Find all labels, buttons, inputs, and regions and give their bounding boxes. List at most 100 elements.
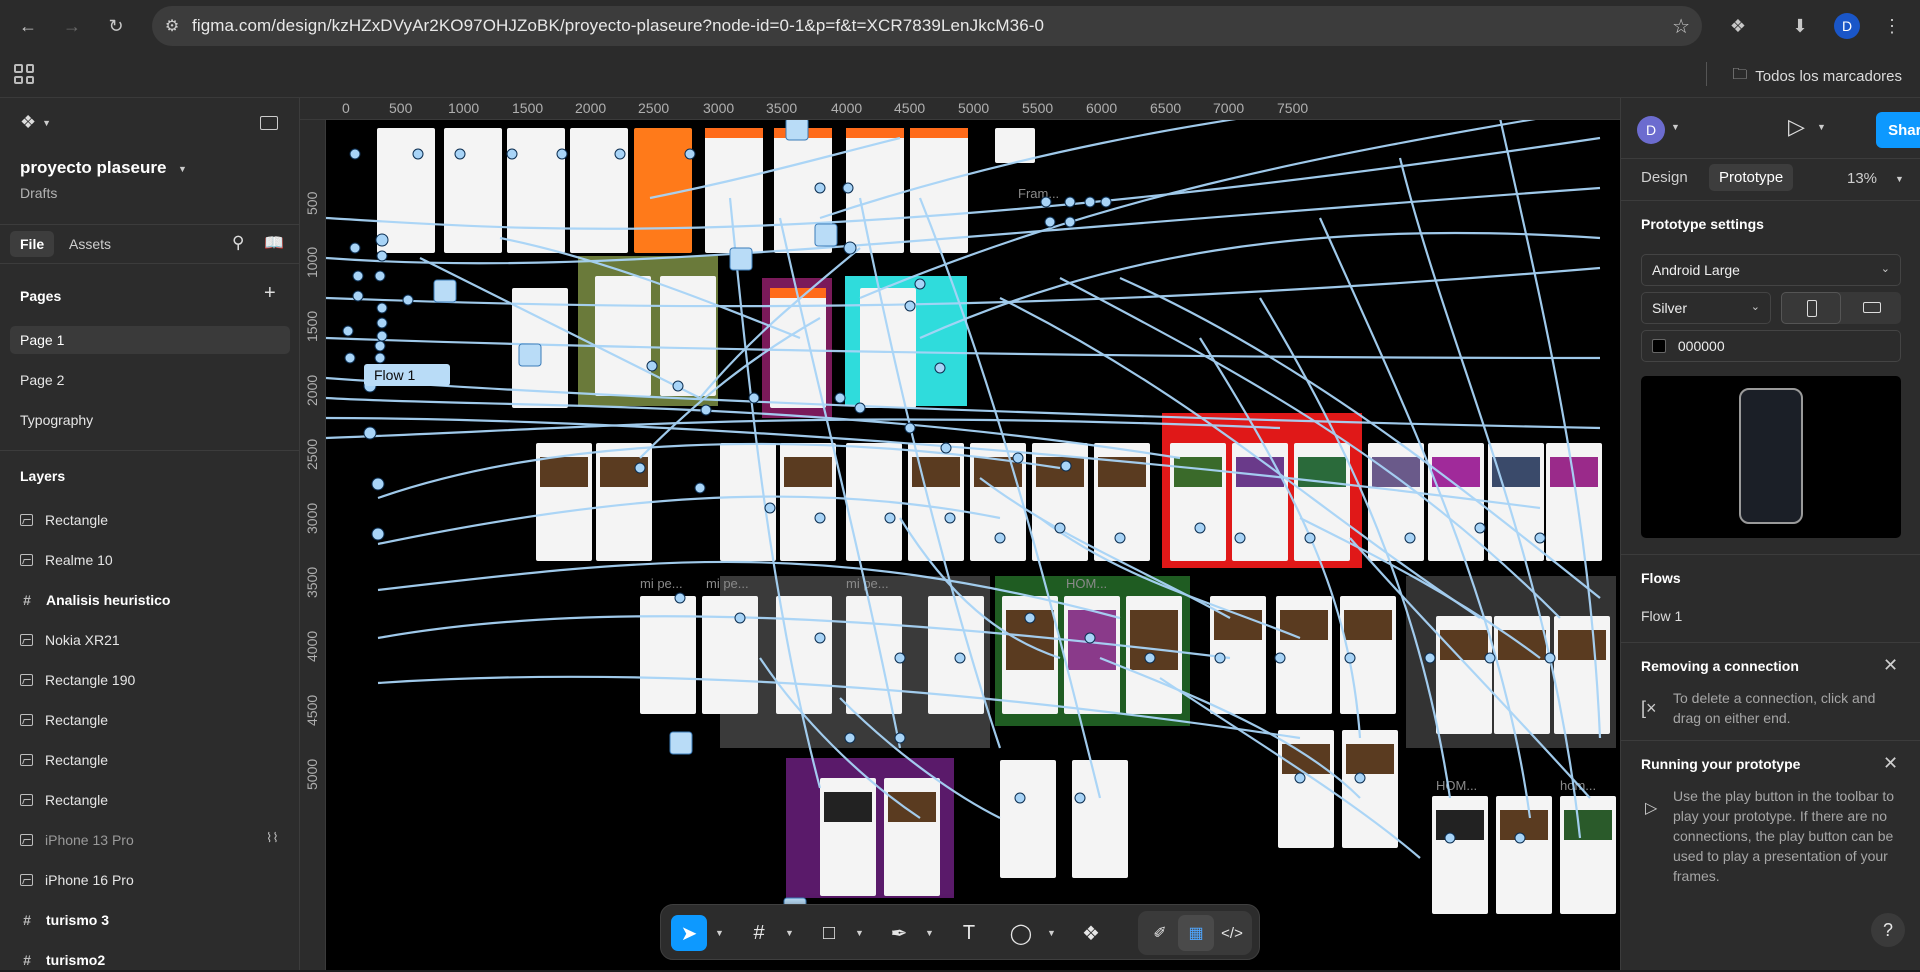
chevron-down-icon[interactable]: ▼ — [855, 928, 864, 938]
frame-icon: # — [23, 952, 31, 968]
browser-profile-avatar[interactable]: D — [1834, 13, 1860, 39]
tab-file[interactable]: File — [10, 231, 55, 257]
flow-item[interactable]: Flow 1 — [1641, 608, 1682, 624]
address-bar[interactable]: ⚙ figma.com/design/kzHZxDVyAr2KO97OHJZoB… — [152, 6, 1702, 46]
layer-item[interactable]: Nokia XR21 — [20, 628, 120, 652]
ruler-tick-label: 1000 — [304, 246, 320, 278]
image-icon — [20, 674, 33, 686]
frame-icon: # — [23, 912, 31, 928]
design-canvas[interactable]: Fram... mi pe... mi pe... mi pe... HOM..… — [300, 98, 1620, 970]
search-icon[interactable]: ⚲ — [232, 233, 244, 253]
chevron-down-icon[interactable]: ▼ — [785, 928, 794, 938]
layer-label: Rectangle — [45, 792, 109, 808]
dev-mode-icon[interactable]: </> — [1214, 915, 1250, 951]
browser-menu-icon[interactable]: ⋮ — [1876, 10, 1908, 42]
layer-label: Realme 10 — [45, 552, 113, 568]
bookmark-star-icon[interactable]: ☆ — [1672, 14, 1690, 39]
ruler-tick-label: 5500 — [1022, 100, 1054, 116]
chevron-down-icon[interactable]: ▼ — [1817, 122, 1826, 132]
present-play-icon[interactable]: ▷ — [1788, 114, 1805, 140]
color-swatch[interactable] — [1652, 339, 1666, 353]
user-avatar[interactable]: D — [1637, 116, 1665, 144]
layer-item[interactable]: # Analisis heuristico — [20, 588, 170, 612]
hidden-eye-icon[interactable]: ⌇⌇ — [266, 830, 279, 846]
chevron-down-icon[interactable]: ▼ — [1047, 928, 1056, 938]
layer-item[interactable]: Rectangle — [20, 508, 108, 532]
background-color-value[interactable]: 000000 — [1678, 338, 1725, 354]
close-icon[interactable]: ✕ — [1883, 753, 1898, 774]
actions-tool-icon[interactable]: ❖ — [1073, 915, 1109, 951]
url-text[interactable]: figma.com/design/kzHZxDVyAr2KO97OHJZoBK/… — [192, 16, 1044, 36]
zoom-level[interactable]: 13% — [1847, 170, 1877, 187]
ruler-vertical: 500 1000 1500 2000 2500 3000 3500 4000 4… — [300, 120, 326, 970]
reload-icon[interactable]: ↻ — [100, 10, 132, 42]
landscape-icon[interactable] — [1863, 302, 1881, 313]
layer-item[interactable]: iPhone 16 Pro — [20, 868, 134, 892]
add-page-icon[interactable]: + — [264, 282, 276, 305]
layer-item[interactable]: # turismo 3 — [20, 908, 109, 932]
image-icon — [20, 794, 33, 806]
layer-item[interactable]: iPhone 13 Pro — [20, 828, 134, 852]
flows-title: Flows — [1641, 570, 1681, 586]
figma-logo-icon[interactable]: ❖ — [20, 112, 36, 133]
text-tool-icon[interactable]: T — [951, 915, 987, 951]
back-icon[interactable]: ← — [12, 10, 44, 42]
page-item-page-1[interactable]: Page 1 — [10, 326, 290, 354]
prototype-connections[interactable] — [300, 98, 1620, 970]
model-color-select[interactable]: Silver ⌄ — [1641, 292, 1771, 324]
ruler-tick-label: 6000 — [1086, 100, 1118, 116]
site-settings-icon[interactable]: ⚙ — [152, 6, 192, 46]
tab-prototype[interactable]: Prototype — [1709, 164, 1794, 191]
move-tool-icon[interactable]: ➤ — [671, 915, 707, 951]
tab-design[interactable]: Design — [1641, 164, 1688, 191]
ruler-tick-label: 5000 — [304, 758, 320, 790]
layer-item[interactable]: Realme 10 — [20, 548, 113, 572]
tab-assets[interactable]: Assets — [69, 236, 111, 252]
flow-start-label[interactable]: Flow 1 — [364, 364, 450, 386]
bookmarks-folder[interactable]: 🗀 Todos los marcadores — [1732, 64, 1902, 89]
chevron-down-icon[interactable]: ▼ — [1895, 174, 1904, 184]
close-icon[interactable]: ✕ — [1883, 655, 1898, 676]
chevron-down-icon[interactable]: ▼ — [925, 928, 934, 938]
library-icon[interactable]: 📖 — [264, 233, 284, 253]
chevron-down-icon: ⌄ — [1880, 263, 1890, 275]
design-mode-icon[interactable]: ▦ — [1178, 915, 1214, 951]
forward-icon[interactable]: → — [56, 10, 88, 42]
share-button[interactable]: Share — [1876, 112, 1920, 148]
apps-grid-icon[interactable] — [14, 64, 34, 84]
ruler-tick-label: 3000 — [304, 502, 320, 534]
help-button[interactable]: ? — [1871, 913, 1905, 947]
page-item-page-2[interactable]: Page 2 — [10, 366, 290, 394]
rectangle-tool-icon[interactable]: □ — [811, 915, 847, 951]
figma-main-menu[interactable]: ❖ ▼ — [20, 112, 51, 133]
download-icon[interactable]: ⬇ — [1784, 10, 1816, 42]
ruler-tick-label: 7000 — [1213, 100, 1245, 116]
layer-item[interactable]: Rectangle 190 — [20, 668, 135, 692]
project-location[interactable]: Drafts — [20, 185, 57, 201]
image-icon — [20, 514, 33, 526]
layer-item[interactable]: Rectangle — [20, 748, 108, 772]
frame-tool-icon[interactable]: # — [741, 915, 777, 951]
ruler-tick-label: 3500 — [304, 566, 320, 598]
device-select[interactable]: Android Large ⌄ — [1641, 254, 1901, 286]
chevron-down-icon[interactable]: ▼ — [715, 928, 724, 938]
layer-label: Rectangle 190 — [45, 672, 136, 688]
toggle-sidebar-icon[interactable] — [260, 116, 278, 130]
extensions-icon[interactable]: ❖ — [1722, 10, 1754, 42]
project-name[interactable]: proyecto plaseure — [20, 158, 166, 178]
layer-item[interactable]: # turismo2 — [20, 948, 105, 972]
ruler-tick-label: 2000 — [304, 374, 320, 406]
layer-item[interactable]: Rectangle — [20, 788, 108, 812]
ruler-tick-label: 6500 — [1150, 100, 1182, 116]
panel-divider — [1621, 158, 1920, 159]
portrait-option[interactable] — [1781, 292, 1841, 324]
background-color-field[interactable]: 000000 — [1641, 330, 1901, 362]
project-menu-chevron-icon[interactable]: ▼ — [178, 164, 187, 174]
chevron-down-icon[interactable]: ▼ — [1671, 122, 1680, 132]
layer-item[interactable]: Rectangle — [20, 708, 108, 732]
page-item-typography[interactable]: Typography — [10, 406, 290, 434]
pen-tool-icon[interactable]: ✒ — [881, 915, 917, 951]
comment-tool-icon[interactable]: ◯ — [1003, 915, 1039, 951]
draw-mode-icon[interactable]: ✐ — [1142, 915, 1178, 951]
ruler-tick-label: 0 — [342, 100, 350, 116]
